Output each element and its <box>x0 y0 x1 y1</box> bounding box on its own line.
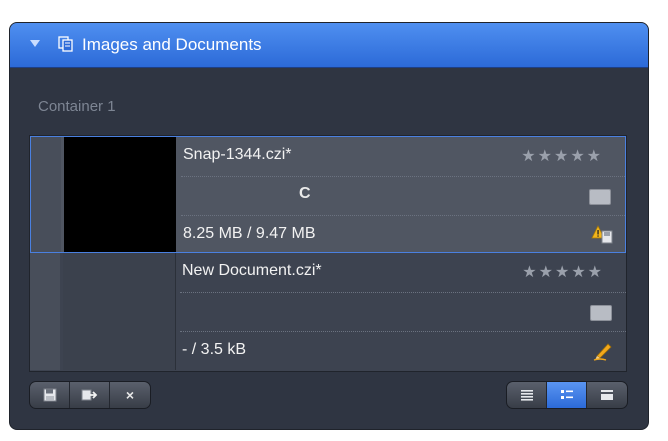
document-name: New Document.czi* <box>182 262 322 279</box>
panel-title: Images and Documents <box>82 35 262 54</box>
document-size: 8.25 MB / 9.47 MB <box>183 225 316 242</box>
collapse-triangle-icon[interactable] <box>30 40 40 47</box>
panel-header[interactable]: Images and Documents <box>10 23 648 68</box>
document-status: C <box>299 185 311 202</box>
document-drag-handle[interactable] <box>31 137 61 252</box>
document-actions-group: × <box>29 381 151 409</box>
detail-view-icon <box>560 390 573 399</box>
pencil-edit-icon[interactable] <box>592 339 614 361</box>
window-icon[interactable] <box>589 189 611 205</box>
document-item-snap-1344[interactable]: Snap-1344.czi* ★★★★★ C 8.25 MB / 9.47 MB <box>30 136 626 253</box>
document-name: Snap-1344.czi* <box>183 146 292 163</box>
document-thumbnail[interactable] <box>63 253 176 370</box>
rating-stars[interactable]: ★★★★★ <box>522 262 604 282</box>
view-mode-group <box>506 381 628 409</box>
document-drag-handle[interactable] <box>30 253 60 370</box>
document-item-new-document[interactable]: New Document.czi* ★★★★★ - / 3.5 kB <box>30 253 626 370</box>
bottom-toolbar: × <box>29 381 628 409</box>
large-view-button[interactable] <box>587 382 627 408</box>
rating-stars[interactable]: ★★★★★ <box>521 146 603 166</box>
window-icon[interactable] <box>590 305 612 321</box>
large-view-icon <box>601 390 613 400</box>
documents-icon <box>58 36 73 52</box>
document-list: Snap-1344.czi* ★★★★★ C 8.25 MB / 9.47 MB <box>29 135 627 372</box>
list-view-icon <box>520 390 533 401</box>
container-label: Container 1 <box>38 98 116 115</box>
document-size: - / 3.5 kB <box>182 341 247 358</box>
detail-view-button[interactable] <box>547 382 587 408</box>
export-button[interactable] <box>70 382 110 408</box>
close-x-icon: × <box>125 387 135 403</box>
warning-save-icon[interactable] <box>591 223 613 245</box>
close-document-button[interactable]: × <box>110 382 150 408</box>
images-documents-panel: Images and Documents Container 1 Snap-13… <box>9 22 649 430</box>
export-icon <box>81 389 97 401</box>
save-icon <box>43 388 56 402</box>
list-view-button[interactable] <box>507 382 547 408</box>
save-button[interactable] <box>30 382 70 408</box>
document-thumbnail[interactable] <box>64 137 176 252</box>
